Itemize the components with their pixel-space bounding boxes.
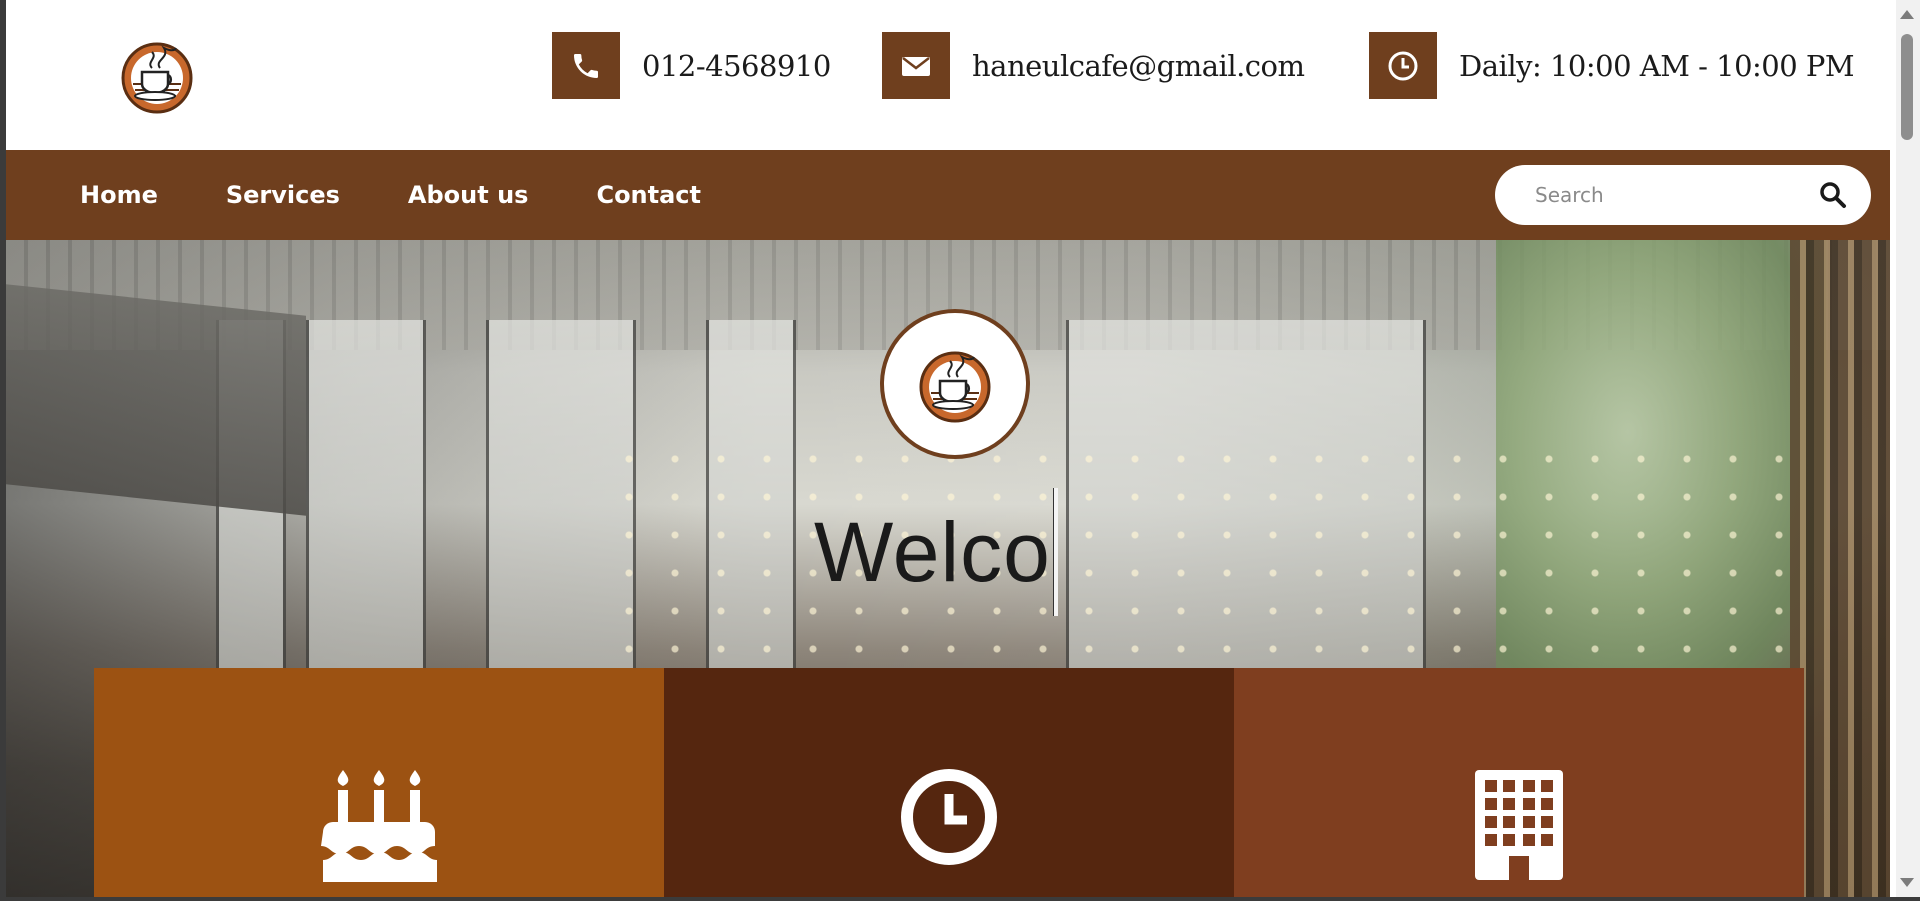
scroll-down-arrow-icon[interactable]	[1900, 878, 1914, 887]
phone-number[interactable]: 012-4568910	[642, 49, 831, 83]
typing-cursor	[1052, 488, 1058, 616]
hero-title-text: Welco	[814, 504, 1051, 599]
cafe-logo[interactable]	[116, 36, 198, 114]
page-scrollbar[interactable]	[1896, 0, 1920, 897]
nav-item-about-us[interactable]: About us	[408, 181, 529, 209]
feature-box-hours[interactable]	[664, 668, 1234, 897]
search-input[interactable]	[1533, 182, 1803, 208]
building-icon	[1475, 770, 1563, 880]
hero-background-mezzanine	[6, 284, 306, 516]
email-address[interactable]: haneulcafe@gmail.com	[972, 49, 1305, 83]
scrollbar-thumb[interactable]	[1901, 34, 1913, 140]
birthday-cake-icon	[321, 770, 437, 882]
email-info: haneulcafe@gmail.com	[882, 32, 1305, 99]
nav-item-contact[interactable]: Contact	[596, 181, 701, 209]
feature-boxes	[94, 668, 1804, 897]
nav-item-home[interactable]: Home	[80, 181, 158, 209]
clock-icon	[901, 769, 997, 865]
search-box	[1495, 165, 1871, 225]
hero-section: Welco	[6, 240, 1890, 897]
hero-background-wood-panel	[1790, 240, 1890, 897]
scroll-up-arrow-icon[interactable]	[1900, 10, 1914, 19]
clock-icon	[1369, 32, 1437, 99]
opening-hours: Daily: 10:00 AM - 10:00 PM	[1459, 48, 1855, 83]
nav-links: Home Services About us Contact	[80, 150, 769, 240]
top-info-bar: 012-4568910 haneulcafe@gmail.com Daily: …	[6, 0, 1890, 150]
hero-logo	[880, 309, 1030, 459]
main-nav: Home Services About us Contact	[6, 150, 1890, 240]
feature-box-birthday[interactable]	[94, 668, 664, 897]
hero-title: Welco	[814, 488, 1058, 616]
browser-page: 012-4568910 haneulcafe@gmail.com Daily: …	[0, 0, 1920, 901]
search-icon[interactable]	[1819, 181, 1847, 209]
phone-icon	[552, 32, 620, 99]
feature-box-building[interactable]	[1234, 668, 1804, 897]
phone-info: 012-4568910	[552, 32, 831, 99]
envelope-icon	[882, 32, 950, 99]
hours-info: Daily: 10:00 AM - 10:00 PM	[1369, 32, 1855, 99]
nav-item-services[interactable]: Services	[226, 181, 340, 209]
